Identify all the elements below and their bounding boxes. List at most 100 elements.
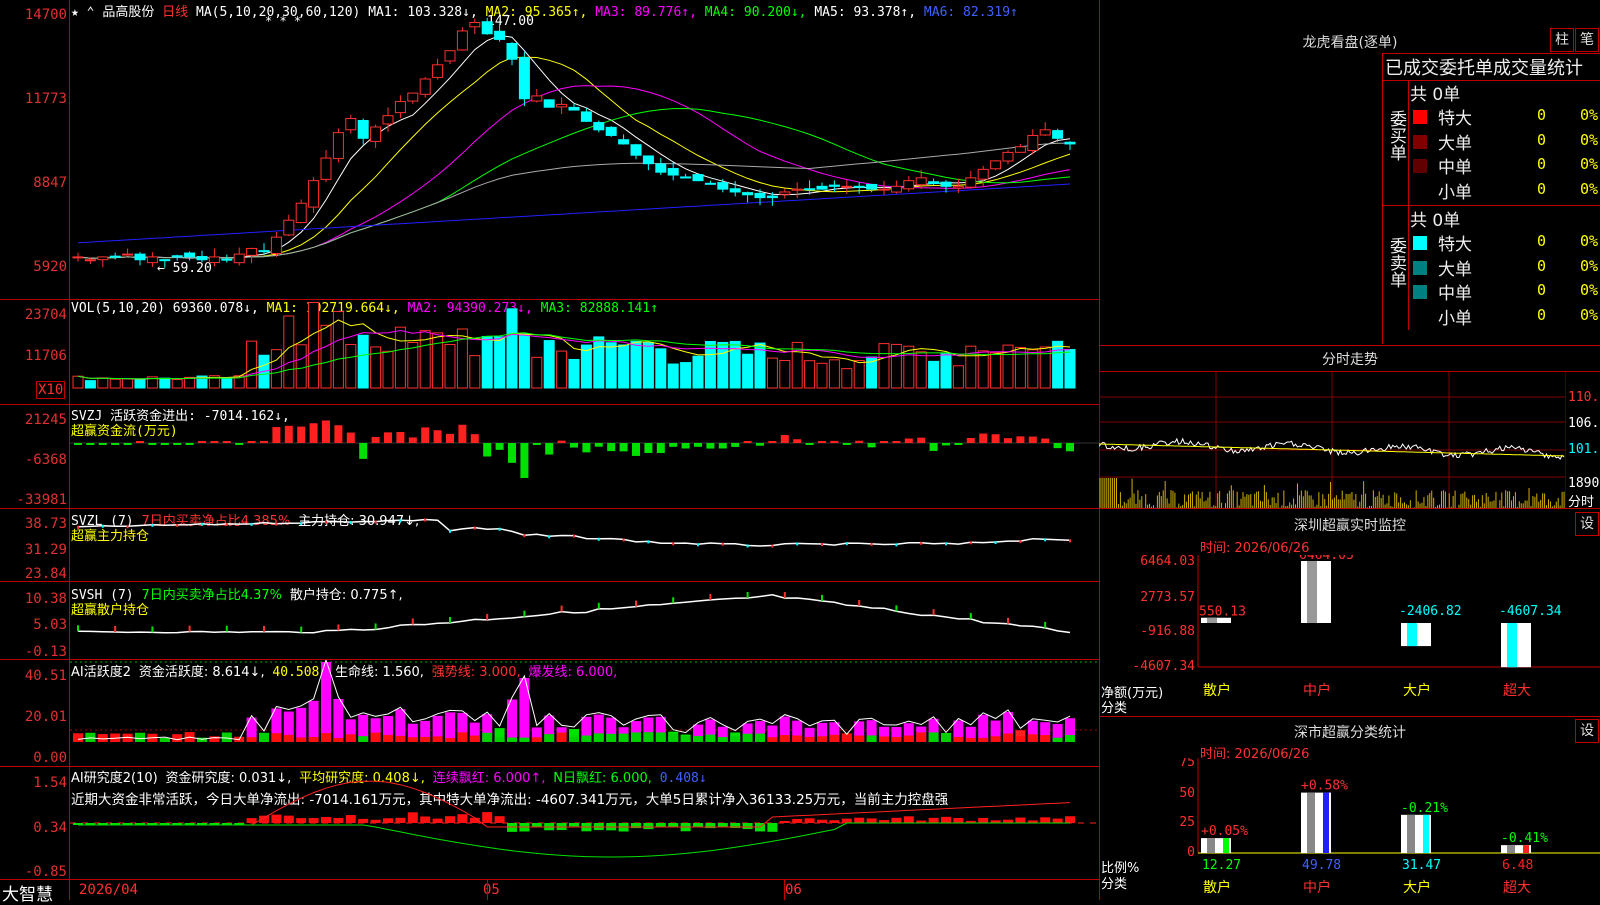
- ai1-bar: [519, 678, 529, 742]
- svzl-tick: [251, 523, 253, 526]
- classify-top-label: -0.21%: [1401, 801, 1448, 816]
- candle-body: [842, 186, 852, 187]
- svsh-tick: [486, 614, 488, 620]
- ma-line-1: [78, 36, 1070, 259]
- ai1-base-bar: [1015, 736, 1025, 742]
- svsh-tick: [114, 626, 116, 632]
- volume-bar: [519, 334, 529, 388]
- svzj-bar: [843, 443, 851, 445]
- svsh-tick: [523, 611, 525, 617]
- svzj-bar: [1041, 439, 1049, 443]
- svzl-tick: [127, 525, 129, 528]
- ai2-bar: [495, 816, 505, 823]
- svzj-bar: [136, 441, 144, 443]
- candle-body: [854, 186, 864, 187]
- ai1-base-bar: [1065, 735, 1075, 742]
- svzj-bar: [979, 434, 987, 443]
- svzj-bar: [384, 432, 392, 443]
- sell-color-square: [1413, 236, 1427, 250]
- ai1-base-bar: [408, 737, 418, 742]
- x-axis-tick: [784, 880, 785, 900]
- svzj-bar: [533, 443, 541, 445]
- candle-body: [569, 107, 579, 110]
- sell-row-value: 0: [1500, 232, 1546, 250]
- ai2-bar: [978, 818, 988, 823]
- bar-mode-button[interactable]: 柱: [1550, 28, 1574, 52]
- candle-body: [1003, 152, 1013, 161]
- ai2-chart[interactable]: [70, 767, 1099, 879]
- svzl-tick: [449, 530, 451, 533]
- ai1-base-bar: [73, 733, 83, 742]
- buy-row-value: 0: [1500, 131, 1546, 149]
- svzj-chart[interactable]: [70, 405, 1099, 508]
- svzj-bar: [359, 443, 367, 459]
- classify-category: 大户: [1403, 879, 1431, 896]
- svzj-bar: [483, 443, 491, 456]
- svsh-tick: [970, 613, 972, 619]
- svsh-tick: [821, 595, 823, 601]
- ai2-bar: [953, 818, 963, 823]
- svzj-bar: [148, 443, 156, 445]
- buy-row-label: 小单: [1438, 178, 1472, 203]
- svzl-tick: [970, 541, 972, 544]
- volume-bar: [333, 312, 343, 388]
- intraday-chart[interactable]: [1099, 372, 1566, 508]
- ai1-base-bar: [817, 736, 827, 742]
- svzj-bar: [322, 420, 330, 443]
- x-axis-tick: [487, 880, 488, 900]
- ai1-base-bar: [879, 736, 889, 742]
- ai1-base-bar: [755, 734, 765, 742]
- svzl-chart[interactable]: [70, 509, 1099, 581]
- svzj-bar: [124, 443, 132, 445]
- svzl-tick: [647, 540, 649, 543]
- ai1-base-bar: [730, 736, 740, 742]
- classify-chart[interactable]: 7550250+0.05%12.27散户+0.58%49.78中户-0.21%3…: [1099, 758, 1600, 900]
- svzl-tick: [722, 543, 724, 546]
- buy-color-square: [1413, 110, 1427, 124]
- tick-mode-button[interactable]: 笔: [1575, 28, 1599, 52]
- ai1-chart[interactable]: [70, 660, 1099, 766]
- ai1-base-bar: [780, 735, 790, 742]
- y-tick-label: -0.13: [25, 644, 67, 660]
- svzj-bar: [694, 443, 702, 447]
- ai1-base-bar: [296, 737, 306, 742]
- svsh-tick: [151, 626, 153, 632]
- svzj-bar: [409, 437, 417, 443]
- monitor-settings-button[interactable]: 设: [1575, 512, 1599, 536]
- ai2-bar: [1015, 818, 1025, 823]
- sell-row-label: 中单: [1438, 279, 1472, 304]
- svzj-bar: [334, 425, 342, 443]
- ai2-bar: [457, 814, 467, 823]
- classify-bar-accent: [1323, 793, 1329, 853]
- sell-color-square: [1413, 285, 1427, 299]
- volume-chart[interactable]: [70, 300, 1099, 404]
- volume-bar: [693, 356, 703, 388]
- svzj-bar: [682, 443, 690, 448]
- main-candle-chart[interactable]: [70, 0, 1099, 299]
- classify-bar-shade: [1507, 845, 1515, 853]
- buy-row-percent: 0%: [1560, 155, 1598, 173]
- candle-body: [544, 100, 554, 107]
- sell-total: 共 0单: [1410, 206, 1460, 231]
- buy-side-label: 委买单: [1385, 110, 1405, 161]
- ai2-bar: [1040, 817, 1050, 823]
- monitor-chart[interactable]: 6464.032773.57-916.88-4607.34550.13散户646…: [1099, 555, 1600, 705]
- ai2-bar: [569, 823, 579, 826]
- svzl-tick: [77, 526, 79, 529]
- svsh-chart[interactable]: [70, 582, 1099, 659]
- volume-bar: [532, 357, 542, 388]
- candle-body: [309, 181, 319, 207]
- candle-body: [718, 183, 728, 189]
- volume-bar: [854, 361, 864, 388]
- ai1-base-bar: [321, 733, 331, 742]
- ai2-bar: [408, 812, 418, 823]
- monitor-value-label: 6464.03: [1299, 555, 1354, 563]
- classify-settings-button[interactable]: 设: [1575, 719, 1599, 743]
- svzj-bar: [446, 434, 454, 443]
- ai1-base-bar: [656, 732, 666, 742]
- svsh-tick: [709, 594, 711, 600]
- ma-line-5: [78, 143, 1070, 258]
- ai2-bar: [829, 820, 839, 823]
- svzj-bar: [880, 441, 888, 443]
- sell-row-value: 0: [1500, 257, 1546, 275]
